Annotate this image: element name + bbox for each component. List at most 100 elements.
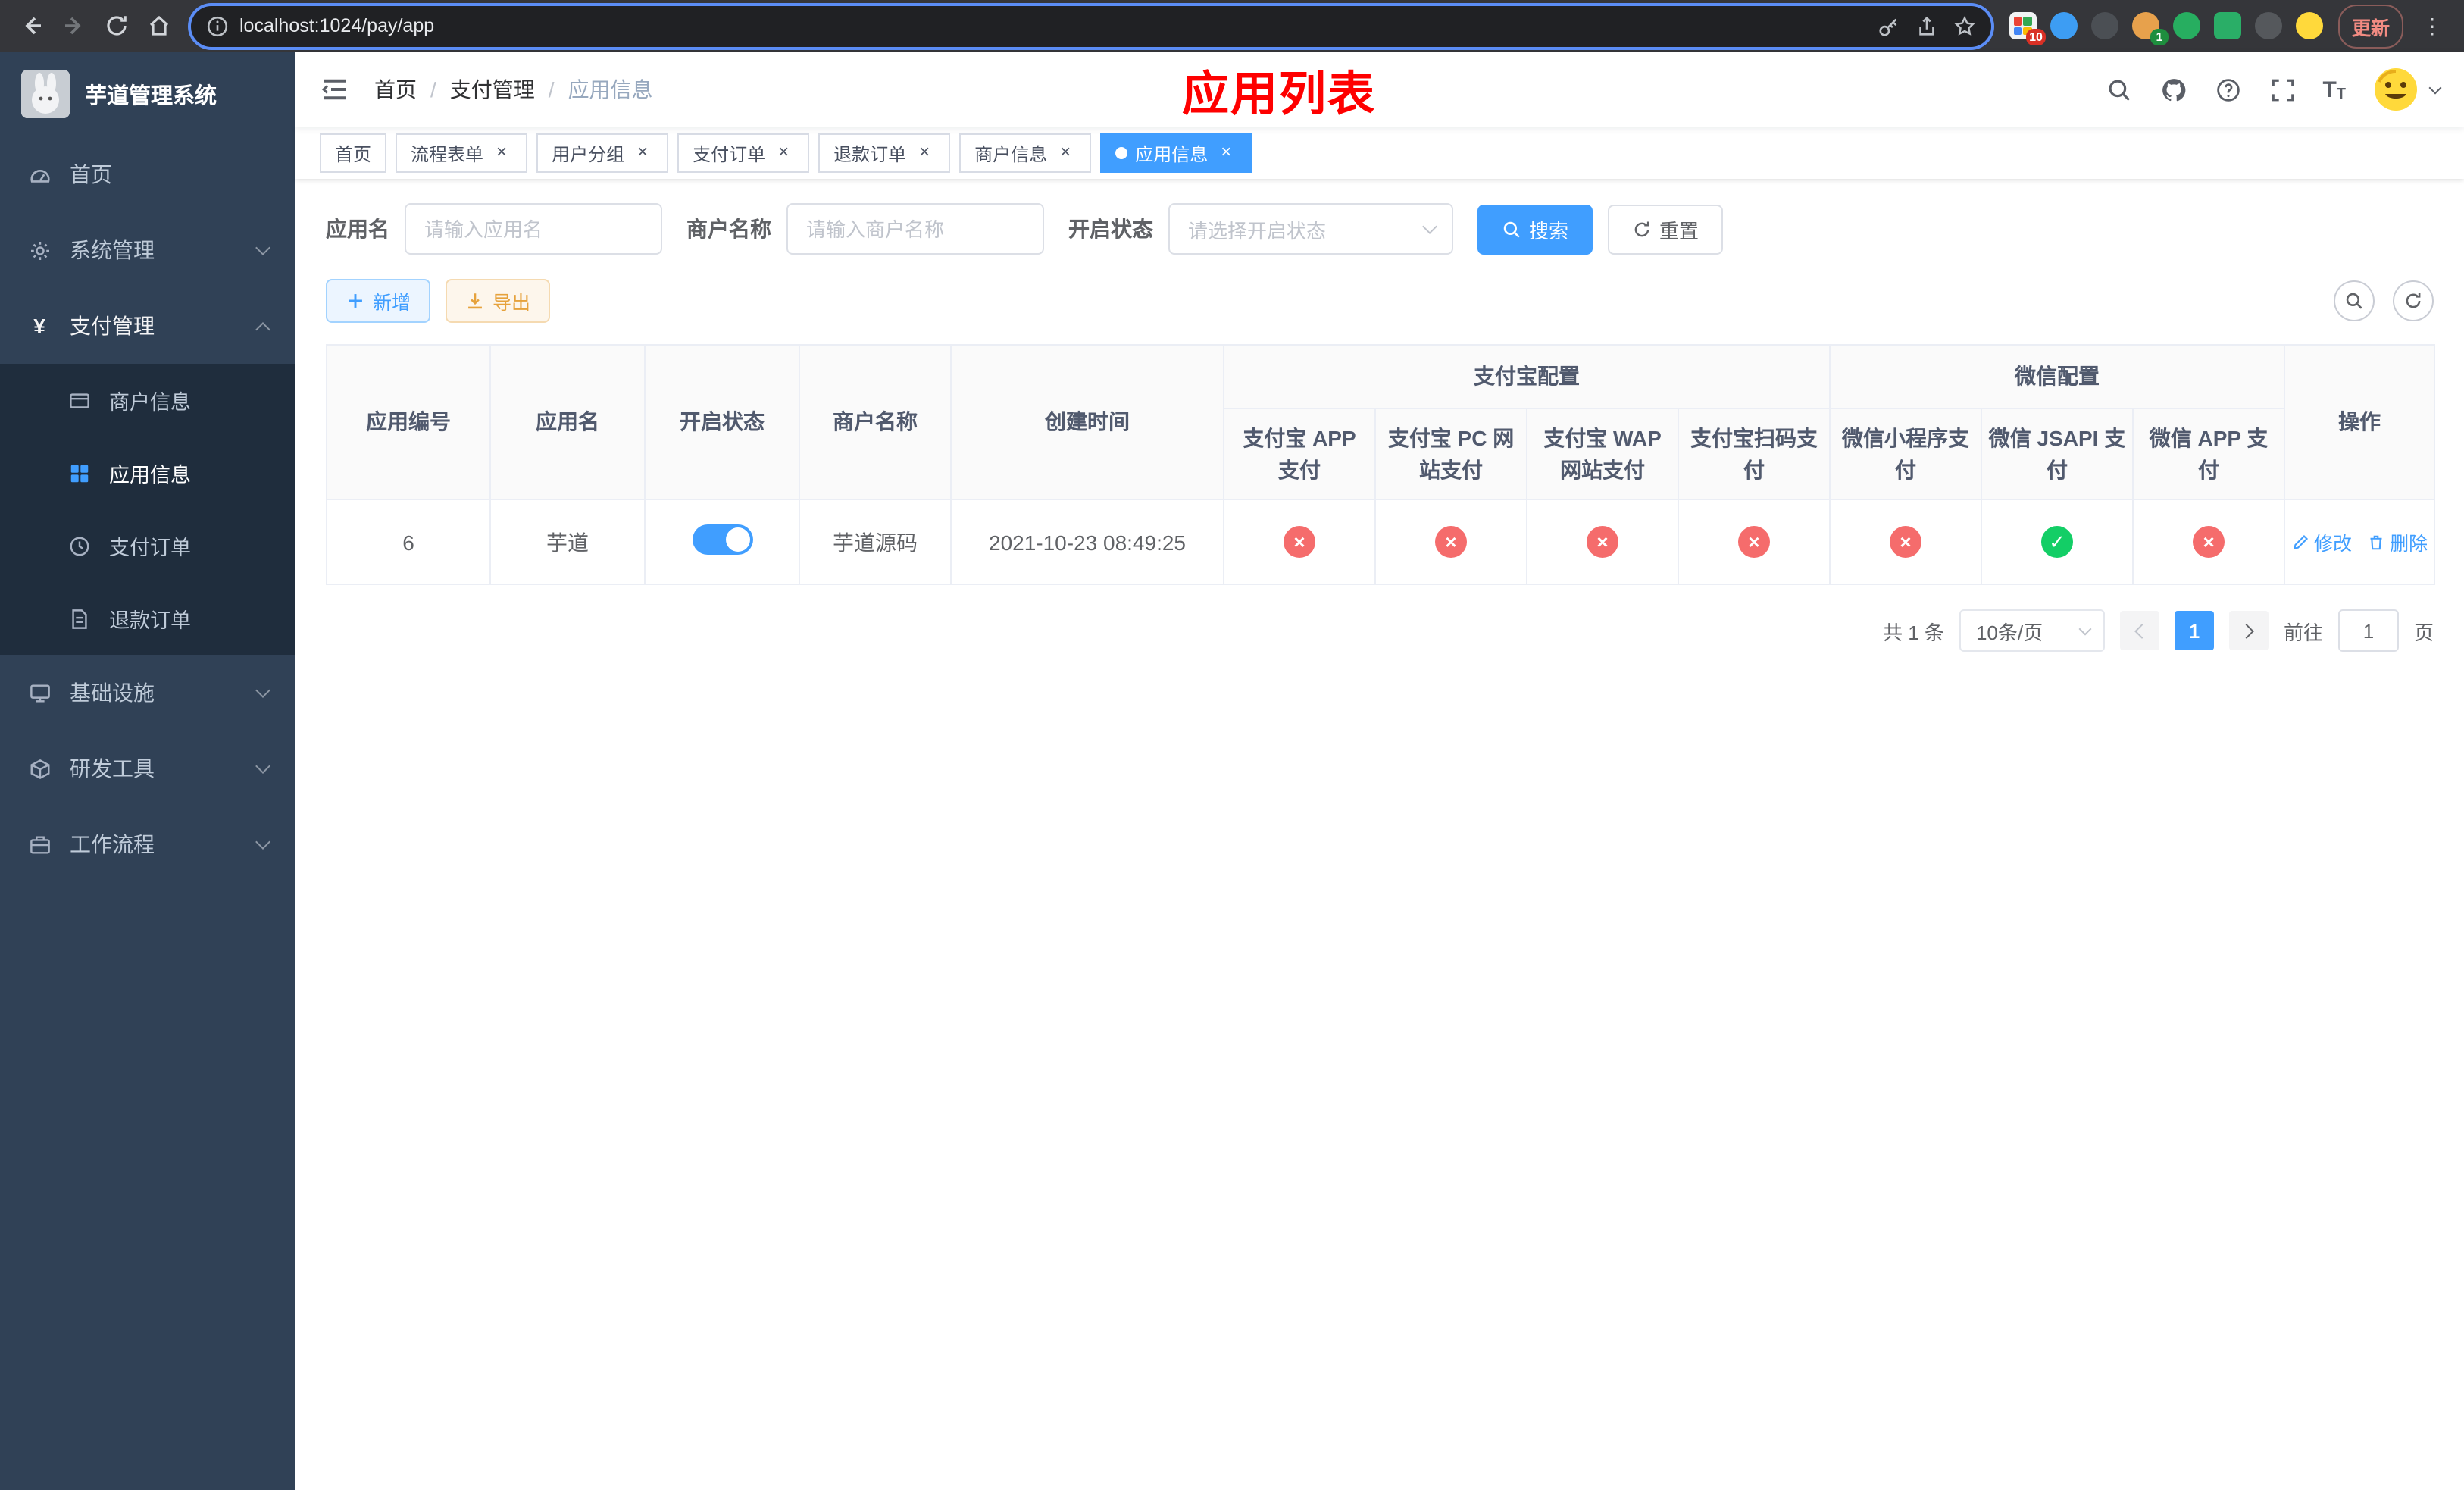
sidebar-item-devtools[interactable]: 研发工具: [0, 731, 295, 806]
reset-button-label: 重置: [1659, 219, 1699, 242]
col-status: 开启状态: [644, 344, 800, 500]
cell-created: 2021-10-23 08:49:25: [950, 499, 1224, 585]
tab-app-info[interactable]: 应用信息 ×: [1100, 133, 1252, 173]
cell-wx-app: [2131, 499, 2286, 585]
wx-mini-status-icon: [1890, 526, 1921, 558]
col-group-wechat: 微信配置: [1828, 344, 2286, 409]
next-page-button[interactable]: [2228, 611, 2269, 650]
reset-button[interactable]: 重置: [1608, 204, 1724, 254]
address-bar[interactable]: localhost:1024/pay/app: [191, 5, 1991, 46]
sidebar-item-workflow[interactable]: 工作流程: [0, 806, 295, 882]
pagination-total: 共 1 条: [1883, 621, 1944, 643]
sidebar-item-payment[interactable]: ¥ 支付管理: [0, 288, 295, 364]
sidebar-logo[interactable]: 芋道管理系统: [0, 52, 295, 136]
export-button[interactable]: 导出: [446, 279, 551, 323]
navbar-actions: TT: [2104, 64, 2442, 115]
sidebar-item-pay-order[interactable]: 支付订单: [0, 509, 295, 582]
close-icon[interactable]: ×: [914, 142, 935, 164]
tab-process-form[interactable]: 流程表单 ×: [396, 133, 528, 173]
sidebar-item-infrastructure[interactable]: 基础设施: [0, 655, 295, 731]
tab-user-group[interactable]: 用户分组 ×: [536, 133, 669, 173]
chevron-down-icon: [255, 240, 270, 255]
back-icon[interactable]: [12, 6, 52, 45]
sidebar-item-merchant-info[interactable]: 商户信息: [0, 364, 295, 437]
extension-avatar-icon[interactable]: 1: [2131, 12, 2169, 45]
user-menu[interactable]: [2370, 64, 2442, 115]
close-icon[interactable]: ×: [632, 142, 653, 164]
close-icon[interactable]: ×: [491, 142, 512, 164]
monitor-icon: [27, 681, 52, 705]
current-page-button[interactable]: 1: [2174, 611, 2214, 650]
prev-page-button[interactable]: [2119, 611, 2159, 650]
chevron-down-icon: [2428, 80, 2442, 94]
fullscreen-icon[interactable]: [2268, 74, 2298, 105]
goto-page-input[interactable]: [2337, 609, 2399, 652]
reload-icon[interactable]: [97, 6, 136, 45]
extension-check-icon[interactable]: [2172, 12, 2200, 39]
tab-label: 商户信息: [974, 143, 1048, 164]
breadcrumb-item[interactable]: 支付管理: [450, 74, 535, 105]
add-button[interactable]: 新增: [326, 279, 431, 323]
merchant-name-input[interactable]: [786, 203, 1044, 255]
edit-link[interactable]: 修改: [2291, 527, 2352, 556]
tab-label: 首页: [335, 143, 372, 164]
table-row: 6 芋道 芋道源码 2021-10-23 08:49:25 × × × × × …: [326, 499, 2436, 585]
sidebar-item-label: 基础设施: [70, 681, 155, 705]
github-icon[interactable]: [2159, 74, 2189, 105]
col-actions: 操作: [2284, 344, 2436, 500]
search-button-label: 搜索: [1529, 219, 1569, 242]
app-name-input[interactable]: [405, 203, 662, 255]
status-select-input[interactable]: [1168, 203, 1453, 255]
home-icon[interactable]: [139, 6, 179, 45]
browser-menu-icon[interactable]: ⋮: [2412, 13, 2452, 39]
extension-drop-icon[interactable]: [2050, 12, 2078, 39]
page-size-select[interactable]: 10条/页: [1959, 609, 2105, 652]
cell-alipay-qr: [1678, 499, 1831, 585]
bookmark-star-icon[interactable]: [1953, 14, 1976, 37]
sidebar-item-app-info[interactable]: 应用信息: [0, 437, 295, 509]
tab-label: 应用信息: [1135, 143, 1209, 164]
search-icon[interactable]: [2104, 74, 2134, 105]
close-icon[interactable]: ×: [1215, 142, 1237, 164]
extension-puzzle-icon[interactable]: [2254, 12, 2282, 39]
extension-face-icon[interactable]: [2295, 12, 2323, 39]
sidebar-item-label: 支付管理: [70, 314, 155, 338]
sidebar-item-home[interactable]: 首页: [0, 136, 295, 212]
font-size-icon[interactable]: TT: [2322, 77, 2346, 102]
share-icon[interactable]: [1915, 14, 1938, 37]
dashboard-icon: [27, 162, 52, 186]
sidebar-item-label: 商户信息: [109, 391, 191, 414]
user-avatar: [2370, 64, 2422, 115]
extension-dark-icon[interactable]: [2090, 12, 2118, 39]
status-toggle[interactable]: [692, 524, 752, 555]
close-icon[interactable]: ×: [773, 142, 794, 164]
tab-refund-order[interactable]: 退款订单 ×: [818, 133, 951, 173]
status-select[interactable]: 请选择开启状态: [1168, 203, 1453, 255]
tab-home[interactable]: 首页: [320, 133, 387, 173]
filter-form: 应用名 商户名称 开启状态 请选择开启状态 搜索: [326, 203, 2434, 255]
sidebar-item-system[interactable]: 系统管理: [0, 212, 295, 288]
sidebar-collapse-icon[interactable]: [320, 74, 350, 105]
site-info-icon[interactable]: [206, 14, 229, 37]
refresh-icon[interactable]: [2393, 280, 2434, 321]
close-icon[interactable]: ×: [1055, 142, 1076, 164]
breadcrumb-item[interactable]: 首页: [374, 74, 417, 105]
sidebar-item-refund-order[interactable]: 退款订单: [0, 582, 295, 655]
extension-note-icon[interactable]: [2213, 12, 2241, 39]
password-key-icon[interactable]: [1878, 14, 1900, 37]
forward-icon[interactable]: [55, 6, 94, 45]
show-search-icon[interactable]: [2334, 280, 2375, 321]
help-icon[interactable]: [2213, 74, 2244, 105]
breadcrumb-separator: /: [430, 77, 436, 102]
app-table: 应用编号 应用名 开启状态 商户名称 创建时间 支付宝配置 微信配置 操作 支付…: [326, 344, 2436, 585]
delete-link[interactable]: 删除: [2367, 527, 2428, 556]
extension-badge: 10: [2026, 29, 2046, 45]
table-toolbar: 新增 导出: [326, 279, 2434, 323]
tab-pay-order[interactable]: 支付订单 ×: [677, 133, 810, 173]
search-button[interactable]: 搜索: [1477, 204, 1593, 254]
col-alipay-wap: 支付宝 WAP 网站支付: [1526, 408, 1679, 500]
extension-grid-icon[interactable]: 10: [2009, 12, 2046, 45]
tab-merchant-info[interactable]: 商户信息 ×: [959, 133, 1092, 173]
url-text[interactable]: localhost:1024/pay/app: [239, 15, 1865, 36]
browser-update-button[interactable]: 更新: [2337, 4, 2403, 48]
